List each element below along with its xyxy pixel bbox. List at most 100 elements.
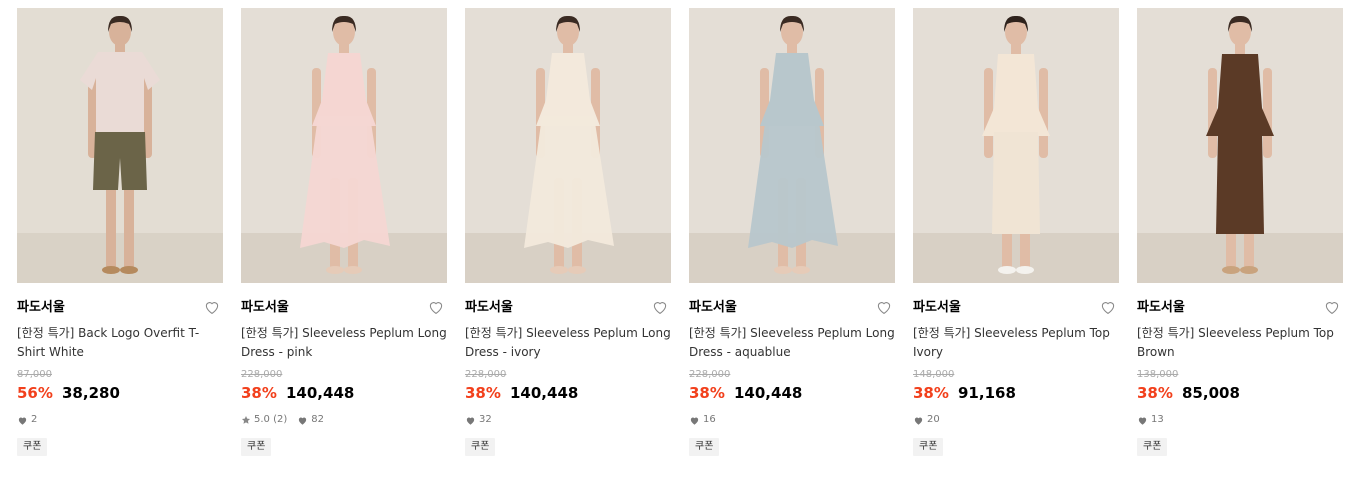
model-photo [17, 8, 223, 283]
coupon-badge: 쿠폰 [241, 438, 272, 456]
sale-price: 91,168 [958, 384, 1016, 402]
discount-rate: 38% [241, 384, 277, 402]
heart-outline-icon[interactable] [875, 298, 893, 316]
price-row: 38% 140,448 [465, 383, 671, 403]
coupon-badge: 쿠폰 [913, 438, 944, 456]
product-image[interactable] [913, 8, 1119, 283]
likes-count: 13 [1151, 414, 1164, 425]
sale-price: 140,448 [286, 384, 355, 402]
rating: 5.0 (2) [241, 413, 287, 427]
product-card[interactable]: 파도서울 [한정 특가] Sleeveless Peplum Top Brown… [1137, 8, 1343, 456]
product-card[interactable]: 파도서울 [한정 특가] Sleeveless Peplum Long Dres… [689, 8, 895, 456]
discount-rate: 38% [913, 384, 949, 402]
product-stats: 13 [1137, 413, 1343, 427]
price-row: 38% 91,168 [913, 383, 1119, 403]
likes: 13 [1137, 413, 1164, 427]
product-stats: 2 [17, 413, 223, 427]
discount-rate: 56% [17, 384, 53, 402]
original-price: 87,000 [17, 369, 52, 380]
brand-name[interactable]: 파도서울 [17, 299, 223, 317]
heart-icon [914, 417, 923, 425]
likes-count: 32 [479, 414, 492, 425]
sale-price: 140,448 [734, 384, 803, 402]
price-row: 38% 85,008 [1137, 383, 1343, 403]
product-title[interactable]: [한정 특가] Sleeveless Peplum Top Ivory [913, 324, 1119, 362]
model-photo [1137, 8, 1343, 283]
discount-rate: 38% [1137, 384, 1173, 402]
product-image[interactable] [1137, 8, 1343, 283]
star-icon [241, 416, 251, 424]
coupon-badge: 쿠폰 [17, 438, 48, 456]
discount-rate: 38% [465, 384, 501, 402]
product-image[interactable] [241, 8, 447, 283]
product-title[interactable]: [한정 특가] Sleeveless Peplum Long Dress - i… [465, 324, 671, 362]
original-price: 228,000 [689, 369, 731, 380]
brand-name[interactable]: 파도서울 [241, 299, 447, 317]
likes: 16 [689, 413, 716, 427]
product-title[interactable]: [한정 특가] Sleeveless Peplum Long Dress - p… [241, 324, 447, 362]
product-stats: 20 [913, 413, 1119, 427]
product-meta: 파도서울 [한정 특가] Sleeveless Peplum Top Brown… [1137, 283, 1343, 456]
brand-name[interactable]: 파도서울 [689, 299, 895, 317]
product-image[interactable] [465, 8, 671, 283]
product-meta: 파도서울 [한정 특가] Back Logo Overfit T-Shirt W… [17, 283, 223, 456]
coupon-badge: 쿠폰 [689, 438, 720, 456]
heart-outline-icon[interactable] [203, 298, 221, 316]
heart-outline-icon[interactable] [427, 298, 445, 316]
likes-count: 2 [31, 414, 38, 425]
model-photo [241, 8, 447, 283]
brand-name[interactable]: 파도서울 [913, 299, 1119, 317]
likes-count: 16 [703, 414, 716, 425]
product-image[interactable] [689, 8, 895, 283]
coupon-badge: 쿠폰 [465, 438, 496, 456]
price-row: 56% 38,280 [17, 383, 223, 403]
product-grid: 파도서울 [한정 특가] Back Logo Overfit T-Shirt W… [0, 0, 1352, 486]
brand-name[interactable]: 파도서울 [1137, 299, 1343, 317]
original-price: 138,000 [1137, 369, 1179, 380]
product-meta: 파도서울 [한정 특가] Sleeveless Peplum Long Dres… [465, 283, 671, 456]
product-title[interactable]: [한정 특가] Back Logo Overfit T-Shirt White [17, 324, 223, 362]
likes: 32 [465, 413, 492, 427]
price-row: 38% 140,448 [241, 383, 447, 403]
product-title[interactable]: [한정 특가] Sleeveless Peplum Top Brown [1137, 324, 1343, 362]
product-image[interactable] [17, 8, 223, 283]
product-meta: 파도서울 [한정 특가] Sleeveless Peplum Long Dres… [241, 283, 447, 456]
likes: 2 [17, 413, 37, 427]
likes-count: 20 [927, 414, 940, 425]
sale-price: 38,280 [62, 384, 120, 402]
likes: 82 [297, 413, 324, 427]
product-meta: 파도서울 [한정 특가] Sleeveless Peplum Top Ivory… [913, 283, 1119, 456]
product-card[interactable]: 파도서울 [한정 특가] Sleeveless Peplum Long Dres… [241, 8, 447, 456]
product-stats: 16 [689, 413, 895, 427]
heart-icon [18, 417, 27, 425]
heart-outline-icon[interactable] [651, 298, 669, 316]
original-price: 228,000 [241, 369, 283, 380]
coupon-badge: 쿠폰 [1137, 438, 1168, 456]
heart-icon [299, 417, 307, 425]
heart-icon [1138, 417, 1147, 425]
heart-outline-icon[interactable] [1099, 298, 1117, 316]
brand-name[interactable]: 파도서울 [465, 299, 671, 317]
sale-price: 85,008 [1182, 384, 1240, 402]
model-photo [689, 8, 895, 283]
product-stats: 5.0 (2) 82 [241, 413, 447, 427]
product-title[interactable]: [한정 특가] Sleeveless Peplum Long Dress - a… [689, 324, 895, 362]
discount-rate: 38% [689, 384, 725, 402]
model-photo [913, 8, 1119, 283]
likes-count: 82 [311, 414, 324, 425]
sale-price: 140,448 [510, 384, 579, 402]
original-price: 148,000 [913, 369, 955, 380]
likes: 20 [913, 413, 940, 427]
product-card[interactable]: 파도서울 [한정 특가] Sleeveless Peplum Long Dres… [465, 8, 671, 456]
heart-icon [690, 417, 699, 425]
rating-text: 5.0 (2) [254, 414, 288, 425]
product-meta: 파도서울 [한정 특가] Sleeveless Peplum Long Dres… [689, 283, 895, 456]
heart-outline-icon[interactable] [1323, 298, 1341, 316]
price-row: 38% 140,448 [689, 383, 895, 403]
model-photo [465, 8, 671, 283]
heart-icon [466, 417, 475, 425]
product-stats: 32 [465, 413, 671, 427]
product-card[interactable]: 파도서울 [한정 특가] Sleeveless Peplum Top Ivory… [913, 8, 1119, 456]
product-card[interactable]: 파도서울 [한정 특가] Back Logo Overfit T-Shirt W… [17, 8, 223, 456]
original-price: 228,000 [465, 369, 507, 380]
